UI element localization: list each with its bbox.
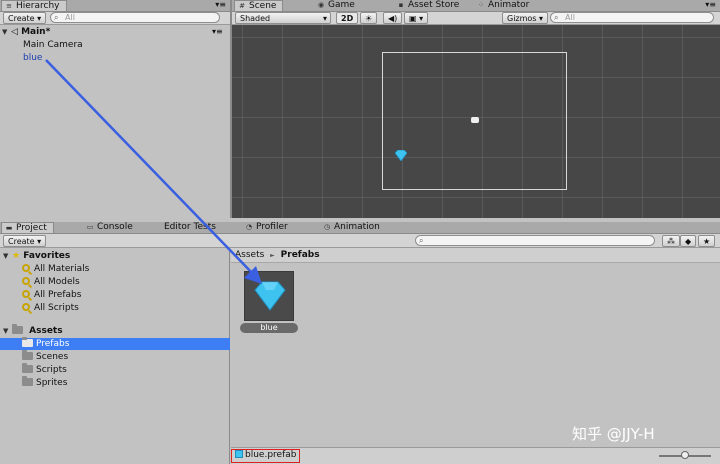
star-icon: ★ (703, 237, 711, 246)
image-icon: ▣ (409, 14, 417, 23)
folder-icon (22, 376, 33, 386)
asset-tile-blue[interactable]: blue (240, 271, 298, 335)
tab-project[interactable]: ▬ Project (1, 222, 54, 233)
tab-scene[interactable]: # Scene (234, 0, 284, 11)
watermark: 知乎 @JJY-H (572, 425, 655, 443)
hierarchy-toolbar: Create ▾ ⌕ All (0, 12, 230, 25)
hierarchy-tree: ▼ ◁ Main* ▾≡ Main Camera blue (0, 25, 230, 218)
favorites-toggle-button[interactable]: ★ (698, 235, 716, 247)
tab-editor-tests[interactable]: Editor Tests (150, 222, 222, 233)
search-filter-icon (22, 277, 30, 285)
tab-hierarchy[interactable]: ≡ Hierarchy (1, 0, 67, 11)
asset-thumbnail (244, 271, 294, 321)
favorite-item-materials[interactable]: All Materials (22, 263, 229, 275)
chevron-down-icon[interactable]: ▼ (3, 250, 12, 262)
scene-icon: # (239, 2, 245, 10)
unity-scene-icon: ◁ (11, 27, 18, 37)
clock-icon: ◷ (323, 223, 331, 231)
filter-by-type-button[interactable]: ⁂ (662, 235, 680, 247)
panel-menu-icon[interactable]: ▾≡ (215, 0, 226, 9)
project-create-button[interactable]: Create ▾ (3, 235, 47, 247)
favorite-item-scripts[interactable]: All Scripts (22, 302, 229, 314)
folder-icon: ▬ (5, 224, 13, 232)
folder-item-sprites[interactable]: Sprites (22, 376, 229, 389)
filter-by-label-button[interactable]: ◆ (680, 235, 697, 247)
hierarchy-search-input[interactable]: ⌕ All (50, 12, 220, 23)
search-filter-icon (22, 303, 30, 311)
selected-file-path: blue.prefab (231, 449, 301, 463)
toggle-2d-button[interactable]: 2D (336, 12, 359, 24)
scene-toolbar: Shaded ▾ 2D ☀ ◀) ▣ ▾ Gizmos ▾ ⌕ All (232, 12, 720, 25)
blue-gem-icon (254, 281, 286, 311)
scene-viewport[interactable] (232, 25, 720, 218)
chevron-down-icon[interactable]: ▼ (3, 325, 12, 337)
asset-tile-label: blue (240, 323, 298, 333)
type-filter-icon: ⁂ (667, 237, 675, 246)
search-icon: ⌕ (419, 236, 424, 245)
project-status-bar: blue.prefab (231, 447, 720, 464)
console-icon: ▭ (86, 223, 94, 231)
tab-game[interactable]: ◉ Game (314, 0, 361, 11)
game-icon: ◉ (317, 1, 325, 9)
effects-toggle[interactable]: ▣ ▾ (404, 12, 429, 24)
breadcrumb-assets[interactable]: Assets (235, 250, 264, 260)
search-icon: ⌕ (54, 13, 59, 22)
thumbnail-size-slider[interactable] (659, 451, 711, 459)
tab-asset-store[interactable]: ▪ Asset Store (394, 0, 465, 11)
speaker-icon: ◀) (388, 14, 398, 23)
favorite-item-models[interactable]: All Models (22, 276, 229, 288)
hierarchy-item-main-camera[interactable]: Main Camera (23, 39, 230, 51)
project-toolbar: Create ▾ ⌕ ⁂ ◆ ★ (0, 234, 720, 248)
gizmos-dropdown[interactable]: Gizmos ▾ (502, 12, 549, 24)
search-icon: ⌕ (554, 13, 559, 22)
animator-icon: ⁘ (478, 1, 484, 9)
assets-header[interactable]: ▼ Assets (3, 324, 229, 337)
folder-icon (22, 350, 33, 360)
scene-tabstrip: # Scene ◉ Game ▪ Asset Store ⁘ Animator ▾≡ (232, 0, 720, 12)
star-icon: ★ (12, 251, 21, 261)
list-icon: ≡ (6, 2, 12, 10)
scene-menu-icon[interactable]: ▾≡ (212, 26, 223, 38)
project-search-input[interactable]: ⌕ (415, 235, 655, 246)
tab-animation[interactable]: ◷ Animation (320, 222, 386, 233)
slider-handle[interactable] (681, 451, 689, 459)
folder-icon (22, 363, 33, 373)
project-tree: ▼ ★ Favorites All Materials All Models Al… (0, 248, 230, 464)
folder-item-scenes[interactable]: Scenes (22, 350, 229, 363)
audio-toggle[interactable]: ◀) (383, 12, 403, 24)
hierarchy-create-button[interactable]: Create ▾ (3, 12, 47, 24)
prefab-icon (235, 450, 243, 458)
project-tabstrip: ▬ Project ▭ Console Editor Tests ◔ Profiler… (0, 222, 720, 234)
search-filter-icon (22, 264, 30, 272)
breadcrumb-current[interactable]: Prefabs (281, 250, 320, 260)
hierarchy-item-blue[interactable]: blue (23, 52, 230, 64)
favorite-item-prefabs[interactable]: All Prefabs (22, 289, 229, 301)
scene-root-row[interactable]: ▼ ◁ Main* ▾≡ (2, 26, 230, 38)
chevron-down-icon[interactable]: ▼ (2, 26, 11, 38)
tag-icon: ◆ (685, 237, 692, 246)
asset-grid: blue 知乎 @JJY-H (231, 263, 720, 447)
profiler-icon: ◔ (245, 223, 253, 231)
blue-gem-sprite[interactable] (395, 150, 407, 161)
folder-item-scripts[interactable]: Scripts (22, 363, 229, 376)
scene-search-input[interactable]: ⌕ All (550, 12, 714, 23)
tab-profiler[interactable]: ◔ Profiler (242, 222, 294, 233)
breadcrumb: Assets ► Prefabs (231, 248, 720, 263)
folder-icon (22, 337, 33, 347)
lighting-toggle[interactable]: ☀ (360, 12, 378, 24)
panel-menu-icon[interactable]: ▾≡ (705, 0, 716, 9)
search-filter-icon (22, 290, 30, 298)
favorites-header[interactable]: ▼ ★ Favorites (3, 250, 229, 262)
folder-item-prefabs[interactable]: Prefabs (0, 337, 230, 350)
camera-gizmo-icon[interactable] (471, 117, 479, 123)
sun-icon: ☀ (365, 14, 373, 23)
breadcrumb-separator-icon: ► (270, 252, 275, 259)
shading-mode-dropdown[interactable]: Shaded ▾ (235, 12, 331, 24)
store-icon: ▪ (398, 1, 404, 9)
hierarchy-tabstrip: ≡ Hierarchy ▾≡ (0, 0, 230, 12)
tab-animator[interactable]: ⁘ Animator (474, 0, 535, 11)
folder-icon (12, 324, 23, 334)
panel-divider[interactable] (230, 0, 232, 218)
tab-console[interactable]: ▭ Console (83, 222, 139, 233)
